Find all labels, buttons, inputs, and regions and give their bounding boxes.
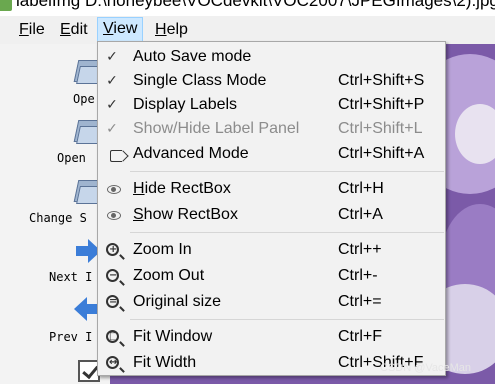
- menu-item-shortcut: Ctrl++: [338, 241, 382, 258]
- checkmark-icon: ✓: [106, 73, 118, 89]
- eye-icon: [102, 179, 122, 199]
- view-menu-dropdown: ✓ Auto Save mode ✓ Single Class Mode Ctr…: [97, 41, 446, 376]
- expert-icon: [102, 144, 122, 164]
- toolbar-change-save-dir-label[interactable]: Change S: [29, 211, 87, 225]
- menu-edit-label: dit: [70, 21, 88, 38]
- fit-width-icon: ↔: [102, 353, 122, 373]
- zoom-out-glyph: −: [109, 270, 118, 281]
- menu-item-fit-window[interactable]: □ Fit Window Ctrl+F: [98, 325, 445, 349]
- watermark: CSDN @VaceMan: [380, 362, 472, 374]
- menu-item-show-rectbox[interactable]: Show RectBox Ctrl+A: [98, 203, 445, 227]
- menu-item-single-class[interactable]: ✓ Single Class Mode Ctrl+Shift+S: [98, 69, 445, 93]
- menu-help-mnemonic: H: [155, 21, 167, 38]
- menu-help-label: elp: [166, 21, 188, 38]
- menu-item-label: Hide RectBox: [133, 179, 231, 199]
- menu-item-label: Original size: [133, 293, 222, 310]
- menu-item-label: Fit Width: [133, 354, 197, 371]
- menu-bar: File Edit View Help: [0, 16, 495, 44]
- toolbar-open-label[interactable]: Ope: [73, 92, 95, 106]
- menu-edit-mnemonic: E: [60, 21, 71, 38]
- menu-item-label: Fit Window: [133, 328, 213, 345]
- toolbar-open-dir-label[interactable]: Open: [57, 151, 86, 165]
- menu-item-mnemonic: S: [133, 206, 144, 223]
- menu-item-label: Zoom Out: [133, 267, 205, 284]
- menu-item-label: Zoom In: [133, 241, 192, 258]
- fit-window-glyph: □: [109, 331, 119, 342]
- menu-file[interactable]: File: [14, 18, 50, 42]
- menu-item-label-rest: how RectBox: [143, 206, 238, 223]
- menu-item-shortcut: Ctrl+-: [338, 267, 378, 284]
- left-toolbar: Ope Open Change S Next I Prev I: [0, 44, 110, 384]
- zoom-original-icon: =: [102, 292, 122, 312]
- checkmark-icon: ✓: [106, 49, 118, 65]
- zoom-out-icon: −: [102, 266, 122, 286]
- menu-item-label: Advanced Mode: [133, 145, 249, 162]
- menu-item-shortcut: Ctrl+=: [338, 293, 382, 310]
- fit-window-icon: □: [102, 327, 122, 347]
- menu-item-label: Show/Hide Label Panel: [133, 120, 300, 137]
- menu-edit[interactable]: Edit: [55, 18, 93, 42]
- menu-item-shortcut: Ctrl+Shift+L: [338, 120, 423, 137]
- menu-help[interactable]: Help: [150, 18, 193, 42]
- menu-item-advanced-mode[interactable]: Advanced Mode Ctrl+Shift+A: [98, 142, 445, 166]
- menu-item-shortcut: Ctrl+Shift+A: [338, 145, 425, 162]
- toolbar-prev-image-label[interactable]: Prev I: [49, 330, 92, 344]
- menu-item-shortcut: Ctrl+Shift+S: [338, 72, 425, 89]
- menu-separator: [130, 319, 444, 320]
- menu-item-mnemonic: H: [133, 180, 145, 197]
- menu-separator: [130, 232, 444, 233]
- menu-item-label-rest: ide RectBox: [144, 180, 231, 197]
- menu-item-label: Single Class Mode: [133, 72, 267, 89]
- menu-item-label: Auto Save mode: [133, 48, 252, 65]
- zoom-in-icon: +: [102, 240, 122, 260]
- zoom-in-glyph: +: [109, 244, 118, 255]
- menu-file-label: ile: [28, 21, 45, 38]
- checkmark-icon: ✓: [106, 97, 118, 113]
- menu-file-mnemonic: F: [19, 21, 29, 38]
- menu-item-shortcut: Ctrl+A: [338, 206, 383, 223]
- menu-item-shortcut: Ctrl+F: [338, 328, 382, 345]
- eye-icon: [102, 205, 122, 225]
- menu-item-zoom-in[interactable]: + Zoom In Ctrl++: [98, 238, 445, 262]
- menu-item-label: Display Labels: [133, 96, 238, 113]
- menu-item-auto-save[interactable]: ✓ Auto Save mode: [98, 45, 445, 69]
- menu-item-show-hide-label-panel: ✓ Show/Hide Label Panel Ctrl+Shift+L: [98, 117, 445, 141]
- menu-view-mnemonic: V: [103, 20, 114, 37]
- menu-item-hide-rectbox[interactable]: Hide RectBox Ctrl+H: [98, 177, 445, 201]
- menu-item-shortcut: Ctrl+Shift+P: [338, 96, 425, 113]
- zoom-original-glyph: =: [109, 296, 118, 307]
- menu-view-label: iew: [113, 20, 138, 37]
- fit-width-glyph: ↔: [109, 357, 118, 368]
- menu-item-label: Show RectBox: [133, 205, 238, 225]
- toolbar-next-image-label[interactable]: Next I: [49, 270, 92, 284]
- checkmark-icon: ✓: [106, 121, 118, 137]
- window-title: labelImg D:\honeybee\VOCdevkit\VOC2007\J…: [16, 0, 495, 10]
- menu-item-original-size[interactable]: = Original size Ctrl+=: [98, 290, 445, 314]
- menu-view[interactable]: View: [97, 17, 144, 43]
- menu-item-zoom-out[interactable]: − Zoom Out Ctrl+-: [98, 264, 445, 288]
- title-bar: labelImg D:\honeybee\VOCdevkit\VOC2007\J…: [0, 0, 495, 16]
- menu-item-shortcut: Ctrl+H: [338, 180, 384, 197]
- app-icon: [0, 0, 12, 11]
- menu-item-display-labels[interactable]: ✓ Display Labels Ctrl+Shift+P: [98, 93, 445, 117]
- menu-separator: [130, 171, 444, 172]
